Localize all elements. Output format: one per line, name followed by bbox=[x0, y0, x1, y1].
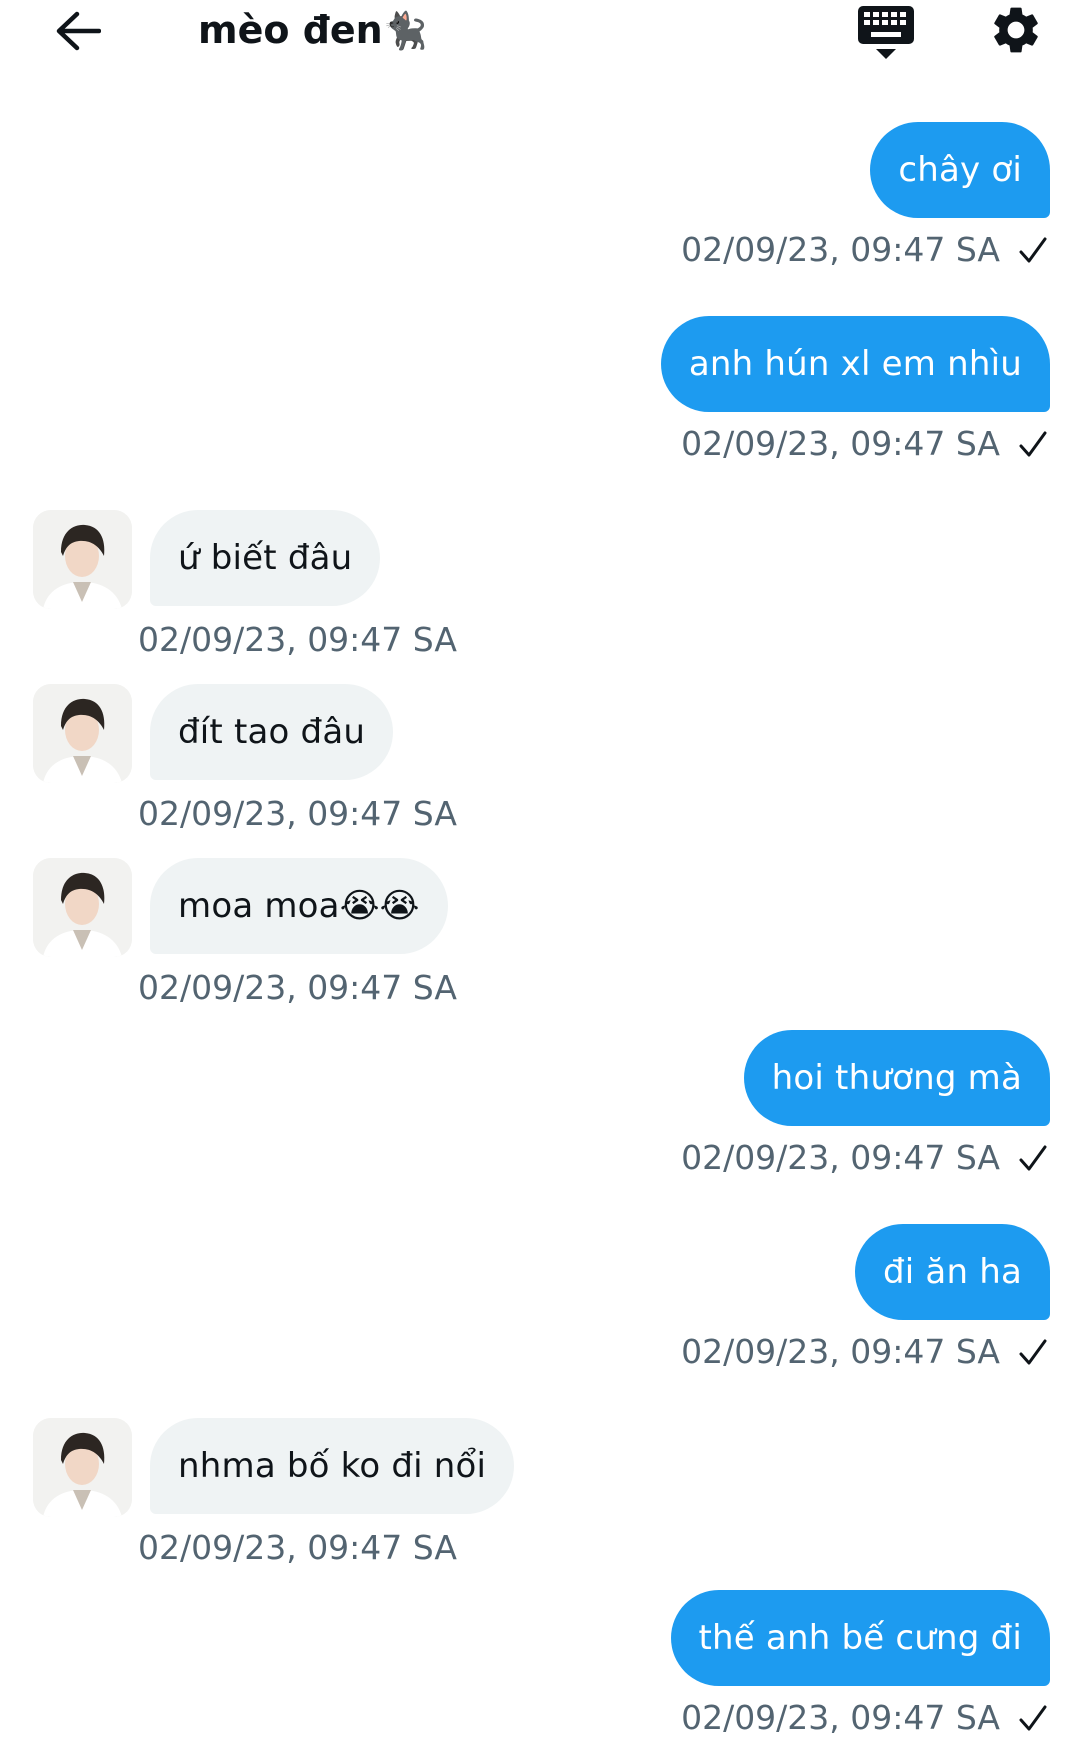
check-icon bbox=[1019, 1705, 1047, 1731]
avatar[interactable] bbox=[33, 1418, 132, 1517]
conversation-name: mèo đen bbox=[198, 8, 383, 52]
avatar[interactable] bbox=[33, 858, 132, 957]
message-meta: 02/09/23, 09:47 SA bbox=[681, 1138, 1048, 1178]
keyboard-hide-icon bbox=[858, 6, 914, 59]
message-bubble[interactable]: đi ăn ha bbox=[854, 1224, 1050, 1320]
message-time: 02/09/23, 09:47 SA bbox=[681, 1332, 1000, 1371]
message-bubble[interactable]: moa moa😭😭 bbox=[150, 858, 448, 954]
message-time: 02/09/23, 09:47 SA bbox=[138, 620, 457, 659]
message-time: 02/09/23, 09:47 SA bbox=[681, 424, 1000, 463]
arrow-left-icon bbox=[56, 11, 101, 51]
message-bubble[interactable]: đít tao đâu bbox=[150, 684, 394, 780]
message-bubble[interactable]: hoi thương mà bbox=[743, 1030, 1050, 1126]
settings-button[interactable] bbox=[988, 2, 1044, 58]
conversation-header: mèo đen🐈‍⬛ bbox=[0, 0, 1080, 70]
message-bubble[interactable]: nhma bố ko đi nổi bbox=[150, 1418, 515, 1514]
gear-icon bbox=[994, 7, 1038, 53]
avatar-image bbox=[33, 684, 132, 783]
back-button[interactable] bbox=[50, 8, 106, 54]
message-time: 02/09/23, 09:47 SA bbox=[681, 1138, 1000, 1177]
conversation-title: mèo đen🐈‍⬛ bbox=[198, 6, 428, 56]
avatar-image bbox=[33, 510, 132, 609]
avatar-image bbox=[33, 1418, 132, 1517]
message-meta: 02/09/23, 09:47 SA bbox=[681, 1698, 1048, 1738]
avatar[interactable] bbox=[33, 684, 132, 783]
message-time: 02/09/23, 09:47 SA bbox=[138, 968, 457, 1007]
message-time: 02/09/23, 09:47 SA bbox=[138, 794, 457, 833]
keyboard-button[interactable] bbox=[856, 4, 916, 62]
message-meta: 02/09/23, 09:47 SA bbox=[681, 230, 1048, 270]
check-icon bbox=[1019, 1145, 1047, 1171]
message-time: 02/09/23, 09:47 SA bbox=[138, 1528, 457, 1567]
message-time: 02/09/23, 09:47 SA bbox=[681, 1698, 1000, 1737]
check-icon bbox=[1019, 237, 1047, 263]
avatar[interactable] bbox=[33, 510, 132, 609]
message-meta: 02/09/23, 09:47 SA bbox=[681, 424, 1048, 464]
check-icon bbox=[1019, 431, 1047, 457]
avatar-image bbox=[33, 858, 132, 957]
message-bubble[interactable]: thế anh bế cưng đi bbox=[670, 1590, 1050, 1686]
message-meta: 02/09/23, 09:47 SA bbox=[681, 1332, 1048, 1372]
message-bubble[interactable]: anh hún xl em nhìu bbox=[660, 316, 1050, 412]
message-time: 02/09/23, 09:47 SA bbox=[681, 230, 1000, 269]
check-icon bbox=[1019, 1339, 1047, 1365]
message-bubble[interactable]: chây ơi bbox=[870, 122, 1050, 218]
message-bubble[interactable]: ứ biết đâu bbox=[150, 510, 381, 606]
cat-emoji: 🐈‍⬛ bbox=[382, 11, 428, 52]
